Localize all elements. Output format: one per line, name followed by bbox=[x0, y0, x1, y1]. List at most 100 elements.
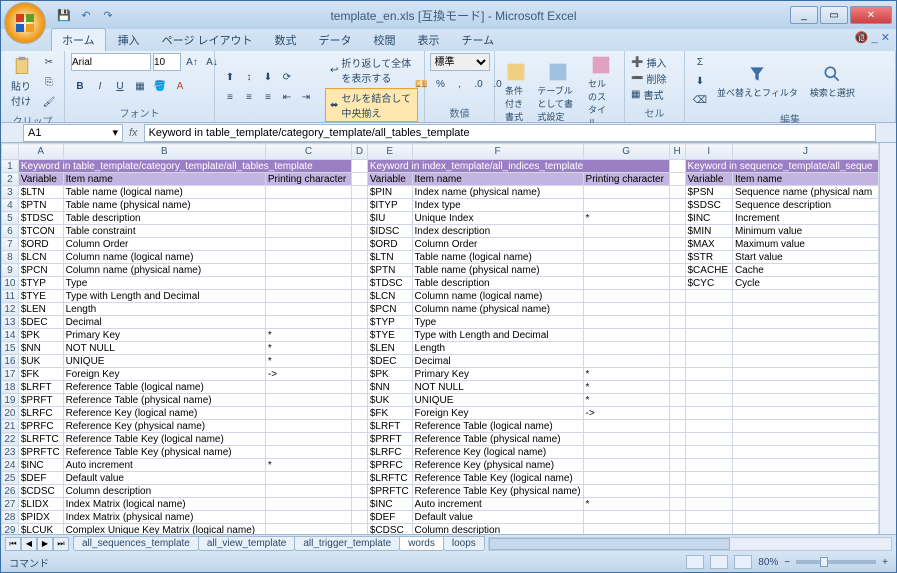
cell[interactable]: $STR bbox=[685, 251, 732, 264]
cell[interactable]: * bbox=[265, 459, 351, 472]
cell[interactable]: Sequence name (physical nam bbox=[732, 186, 878, 199]
fill-color-icon[interactable]: 🪣 bbox=[151, 77, 169, 95]
cell[interactable] bbox=[732, 420, 878, 433]
cell[interactable]: -> bbox=[265, 368, 351, 381]
cell[interactable]: $ORD bbox=[367, 238, 412, 251]
cell[interactable]: * bbox=[583, 212, 669, 225]
cell[interactable] bbox=[669, 277, 685, 290]
cell[interactable] bbox=[583, 186, 669, 199]
cell[interactable] bbox=[732, 446, 878, 459]
cell[interactable] bbox=[352, 407, 368, 420]
cell[interactable] bbox=[265, 472, 351, 485]
cell[interactable] bbox=[352, 524, 368, 535]
cell[interactable] bbox=[669, 212, 685, 225]
cell[interactable]: $TYE bbox=[18, 290, 63, 303]
cell[interactable] bbox=[265, 199, 351, 212]
underline-button[interactable]: U bbox=[111, 77, 129, 95]
cell[interactable] bbox=[669, 394, 685, 407]
cell[interactable] bbox=[583, 277, 669, 290]
tab-data[interactable]: データ bbox=[309, 29, 362, 51]
cell[interactable]: Complex Unique Key Matrix (logical name) bbox=[63, 524, 265, 535]
cell[interactable]: $INC bbox=[685, 212, 732, 225]
cell[interactable]: Foreign Key bbox=[63, 368, 265, 381]
cell[interactable]: * bbox=[583, 368, 669, 381]
cell[interactable] bbox=[669, 472, 685, 485]
cell[interactable]: $TDSC bbox=[18, 212, 63, 225]
cell[interactable] bbox=[583, 485, 669, 498]
cell[interactable]: Foreign Key bbox=[412, 407, 583, 420]
col-header[interactable]: I bbox=[685, 144, 732, 160]
cell[interactable]: Index Matrix (physical name) bbox=[63, 511, 265, 524]
cell[interactable] bbox=[669, 446, 685, 459]
cell[interactable]: Reference Table Key (physical name) bbox=[63, 446, 265, 459]
qat-undo-icon[interactable]: ↶ bbox=[77, 6, 95, 24]
tab-pagelayout[interactable]: ページ レイアウト bbox=[152, 29, 263, 51]
indent-dec-icon[interactable]: ⇤ bbox=[278, 89, 296, 107]
cell[interactable]: $TDSC bbox=[367, 277, 412, 290]
cell[interactable] bbox=[732, 394, 878, 407]
cell[interactable] bbox=[352, 368, 368, 381]
cell[interactable] bbox=[352, 303, 368, 316]
cell[interactable] bbox=[583, 420, 669, 433]
cell[interactable] bbox=[265, 290, 351, 303]
cell[interactable]: $ORD bbox=[18, 238, 63, 251]
row-header[interactable]: 12 bbox=[2, 303, 19, 316]
cell[interactable] bbox=[732, 511, 878, 524]
autosum-icon[interactable]: Σ bbox=[691, 53, 709, 71]
cell[interactable] bbox=[732, 303, 878, 316]
cell[interactable] bbox=[685, 290, 732, 303]
cell[interactable] bbox=[583, 342, 669, 355]
cell[interactable] bbox=[669, 342, 685, 355]
cell[interactable]: $PRFTC bbox=[18, 446, 63, 459]
cell[interactable]: Minimum value bbox=[732, 225, 878, 238]
cell[interactable] bbox=[265, 251, 351, 264]
cell[interactable]: $DEF bbox=[367, 511, 412, 524]
row-header[interactable]: 15 bbox=[2, 342, 19, 355]
row-header[interactable]: 9 bbox=[2, 264, 19, 277]
col-header[interactable]: E bbox=[367, 144, 412, 160]
cell[interactable]: Reference Table (logical name) bbox=[412, 420, 583, 433]
cell[interactable]: $TYP bbox=[18, 277, 63, 290]
cell[interactable]: Increment bbox=[732, 212, 878, 225]
cell[interactable]: Printing character bbox=[265, 173, 351, 186]
font-color-icon[interactable]: A bbox=[171, 77, 189, 95]
cell[interactable]: Type with Length and Decimal bbox=[63, 290, 265, 303]
cell[interactable]: Keyword in index_template/all_indices_te… bbox=[367, 160, 669, 173]
tab-nav-last-icon[interactable]: ⏭ bbox=[53, 537, 69, 551]
cell[interactable] bbox=[352, 511, 368, 524]
cell[interactable]: Type bbox=[63, 277, 265, 290]
row-header[interactable]: 22 bbox=[2, 433, 19, 446]
cell[interactable] bbox=[265, 316, 351, 329]
cell[interactable]: $DEC bbox=[18, 316, 63, 329]
cell[interactable]: Table name (logical name) bbox=[63, 186, 265, 199]
row-header[interactable]: 3 bbox=[2, 186, 19, 199]
cell[interactable] bbox=[669, 290, 685, 303]
cell[interactable] bbox=[669, 368, 685, 381]
qat-save-icon[interactable]: 💾 bbox=[55, 6, 73, 24]
cell[interactable] bbox=[583, 329, 669, 342]
row-header[interactable]: 26 bbox=[2, 485, 19, 498]
sheet-tab[interactable]: all_sequences_template bbox=[73, 536, 199, 551]
cell[interactable]: $LEN bbox=[18, 303, 63, 316]
cell[interactable] bbox=[352, 225, 368, 238]
insert-cells-button[interactable]: ➕挿入 bbox=[631, 55, 666, 70]
cell[interactable] bbox=[685, 316, 732, 329]
cell[interactable]: Index type bbox=[412, 199, 583, 212]
cell[interactable] bbox=[669, 407, 685, 420]
cell[interactable]: Default value bbox=[63, 472, 265, 485]
cell[interactable] bbox=[685, 303, 732, 316]
col-header[interactable]: F bbox=[412, 144, 583, 160]
cell[interactable]: $LIDX bbox=[18, 498, 63, 511]
cell[interactable] bbox=[352, 459, 368, 472]
cell[interactable] bbox=[732, 472, 878, 485]
grow-font-icon[interactable]: A↑ bbox=[183, 53, 201, 71]
cell[interactable]: Reference Key (logical name) bbox=[63, 407, 265, 420]
cell[interactable]: Reference Table Key (logical name) bbox=[412, 472, 583, 485]
row-header[interactable]: 13 bbox=[2, 316, 19, 329]
cell[interactable] bbox=[583, 459, 669, 472]
cell[interactable] bbox=[583, 290, 669, 303]
cell[interactable]: $LRFT bbox=[18, 381, 63, 394]
row-header[interactable]: 14 bbox=[2, 329, 19, 342]
cell[interactable] bbox=[352, 290, 368, 303]
col-header[interactable]: A bbox=[18, 144, 63, 160]
